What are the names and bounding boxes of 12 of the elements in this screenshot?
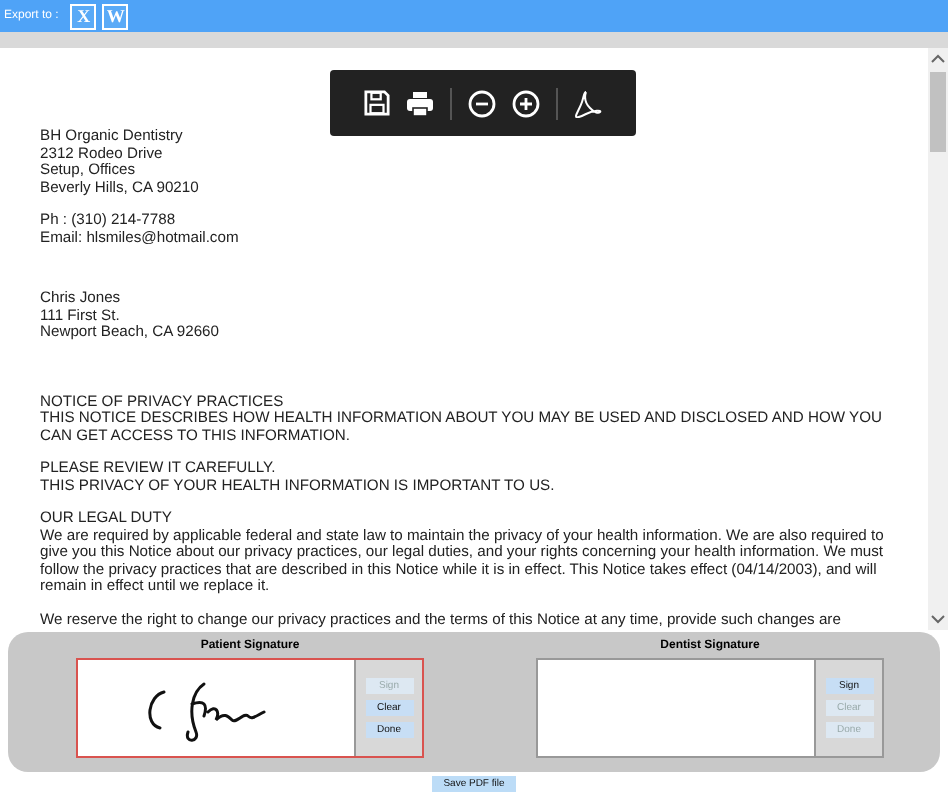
save-icon[interactable] <box>364 90 390 116</box>
scroll-down-icon[interactable] <box>930 614 946 624</box>
scroll-up-icon[interactable] <box>930 54 946 64</box>
zoom-out-icon[interactable] <box>468 89 496 117</box>
zoom-in-icon[interactable] <box>512 89 540 117</box>
print-icon[interactable] <box>406 89 434 117</box>
export-button[interactable]: X <box>70 3 97 29</box>
scrollbar[interactable] <box>928 48 948 630</box>
pdf-icon[interactable] <box>574 89 602 117</box>
signature-pad[interactable] <box>78 660 354 756</box>
scroll-thumb[interactable] <box>930 72 946 152</box>
export-button[interactable]: W <box>102 3 129 29</box>
